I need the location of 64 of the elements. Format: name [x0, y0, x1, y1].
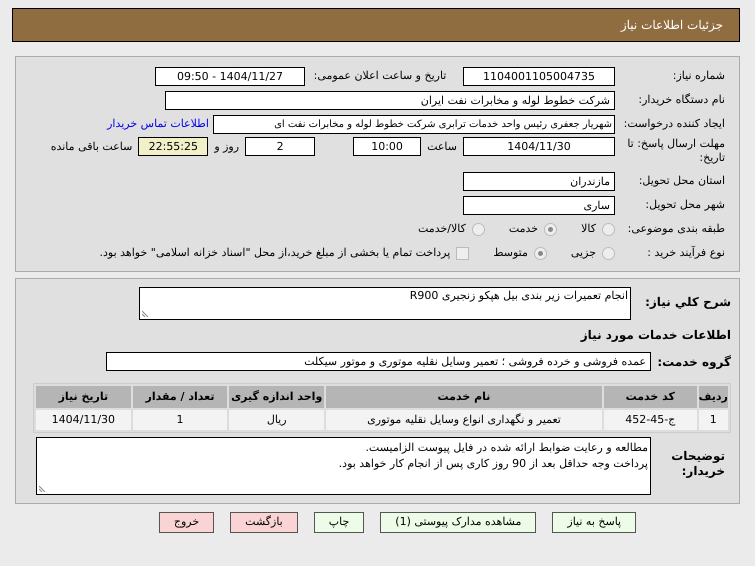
section-heading: اطلاعات خدمات مورد نیاز [579, 327, 731, 344]
field-label: طبقه بندی موضوعی: [626, 221, 725, 238]
text-field[interactable]: ساری [463, 196, 615, 215]
field-label: نوع فرآیند خرید : [646, 245, 725, 262]
text-field[interactable]: شرکت خطوط لوله و مخابرات نفت ایران [165, 91, 615, 110]
text-field[interactable]: مازندران [463, 172, 615, 191]
radio-button[interactable] [472, 223, 485, 236]
action-button[interactable]: مشاهده مدارک پیوستی (1) [380, 512, 536, 533]
text-field[interactable]: 1104001105004735 [463, 67, 615, 86]
radio-button[interactable] [602, 247, 615, 260]
description-box[interactable]: انجام تعمیرات زیر بندی بیل هپکو زنجیری R900 [139, 287, 631, 320]
countdown-field[interactable]: 22:55:25 [138, 137, 208, 156]
remaining-label: ساعت باقی مانده [50, 139, 132, 155]
action-button[interactable]: پاسخ به نیاز [552, 512, 636, 533]
field-label: گروه خدمت: [656, 354, 731, 370]
column-header: ردیف [698, 386, 728, 408]
text-field[interactable]: 1404/11/27 - 09:50 [155, 67, 305, 86]
field-label: توضیحات خریدار: [670, 448, 726, 479]
field-label: استان محل تحویل: [638, 173, 725, 190]
days-label: روز و [214, 139, 240, 155]
radio-label: خدمت [508, 221, 538, 238]
text-field[interactable]: عمده فروشی و خرده فروشی ؛ تعمیر وسایل نقلیه موتوری و موتور سیکلت [106, 352, 651, 371]
radio-label: کالا [581, 221, 596, 238]
radio-button[interactable] [534, 247, 547, 260]
text-field[interactable]: شهریار جعفری رئیس واحد خدمات ترابری شرکت خطوط لوله و مخابرات نفت ای [213, 115, 615, 134]
checkbox[interactable] [456, 247, 470, 260]
field-label: تاریخ و ساعت اعلان عمومی: [312, 68, 448, 84]
text-field[interactable]: 1404/11/30 [463, 137, 615, 156]
radio-button[interactable] [544, 223, 558, 236]
column-header: نام خدمت [326, 386, 602, 408]
column-header: تاریخ نیاز [36, 386, 131, 408]
checkbox-label: پرداخت تمام یا بخشی از مبلغ خرید،از محل "اسناد خزانه اسلامی" خواهد بود. [100, 245, 450, 262]
radio-label: کالا/خدمت [418, 221, 466, 238]
radio-label: متوسط [493, 245, 528, 262]
text-field[interactable]: 2 [245, 137, 316, 156]
field-label: مهلت ارسال پاسخ: تا تاریخ: [626, 137, 725, 165]
column-header: تعداد / مقدار [132, 386, 228, 408]
text-field[interactable]: 10:00 [353, 137, 422, 156]
action-button[interactable]: چاپ [314, 512, 364, 533]
exit-button[interactable]: خروج [158, 512, 214, 533]
table-cell: 1404/11/30 [36, 410, 131, 430]
field-label: ایجاد کننده درخواست: [622, 116, 725, 132]
column-header: کد خدمت [604, 386, 697, 408]
page-title: جزئیات اطلاعات نیاز [620, 17, 723, 34]
table-cell: تعمیر و نگهداری انواع وسایل نقلیه موتوری [326, 410, 602, 430]
resize-grip-icon [39, 484, 47, 492]
contact-link[interactable]: اطلاعات تماس خریدار [107, 116, 209, 133]
note-line: مطالعه و رعایت ضوابط ارائه شده در فایل پیوست الزامیست. [364, 440, 648, 456]
table-cell: ریال [229, 410, 324, 430]
radio-button[interactable] [602, 223, 615, 236]
resize-grip-icon [142, 309, 150, 317]
table-cell: 1 [132, 410, 228, 430]
notes-box[interactable]: مطالعه و رعایت ضوابط ارائه شده در فایل پیوست الزامیست. پرداخت وجه حداقل بعد از 90 روز کاری پس از انجام کار خواهد بود. [36, 437, 651, 495]
column-header: واحد اندازه گیری [229, 386, 324, 408]
table-cell: ج-45-452 [604, 410, 697, 430]
radio-label: جزیی [570, 245, 596, 262]
time-label: ساعت [427, 139, 457, 155]
field-label: شهر محل تحویل: [644, 197, 725, 214]
table-cell: 1 [698, 410, 728, 430]
field-label: شرح کلي نياز: [644, 294, 731, 311]
field-label: شماره نیاز: [672, 68, 725, 84]
note-line: پرداخت وجه حداقل بعد از 90 روز کاری پس از انجام کار خواهد بود. [338, 456, 648, 472]
field-label: نام دستگاه خریدار: [637, 92, 725, 108]
exit-button[interactable]: بازگشت [230, 512, 298, 533]
